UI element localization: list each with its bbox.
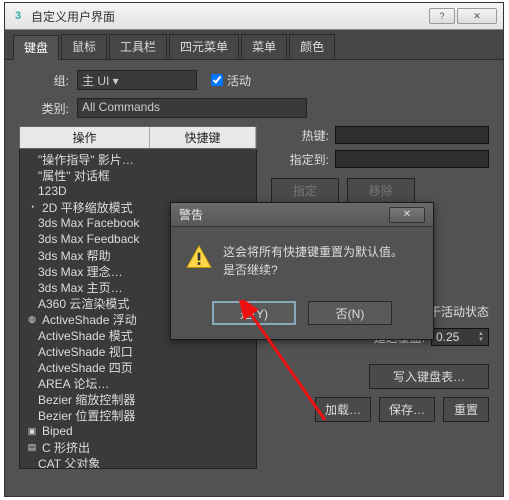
list-item[interactable]: ActiveShade 视口 <box>20 343 256 359</box>
list-item[interactable]: "属性" 对话框 <box>20 167 256 183</box>
list-item[interactable]: CAT 父对象 <box>20 455 256 469</box>
tab-keyboard[interactable]: 键盘 <box>13 35 59 60</box>
col-action[interactable]: 操作 <box>20 127 150 148</box>
tab-color[interactable]: 颜色 <box>289 34 335 59</box>
group-label: 组: <box>19 72 69 89</box>
item-label: 3ds Max 主页… <box>38 279 123 296</box>
category-select[interactable]: All Commands <box>77 98 307 118</box>
item-label: 3ds Max 帮助 <box>38 247 111 264</box>
item-label: ActiveShade 四页 <box>38 359 133 376</box>
tab-bar: 键盘 鼠标 工具栏 四元菜单 菜单 颜色 <box>5 30 503 60</box>
help-button[interactable]: ? <box>429 8 455 24</box>
tab-quadmenu[interactable]: 四元菜单 <box>169 34 239 59</box>
dialog-close-button[interactable]: ✕ <box>389 207 425 223</box>
item-label: Biped <box>42 424 73 438</box>
item-icon: ▤ <box>26 441 38 453</box>
item-label: Bezier 缩放控制器 <box>38 391 135 408</box>
dialog-title: 警告 <box>179 206 389 223</box>
item-label: 2D 平移缩放模式 <box>42 199 133 216</box>
item-label: C 形挤出 <box>42 439 90 456</box>
write-keyboard-button[interactable]: 写入键盘表… <box>369 364 489 389</box>
item-label: Bezier 位置控制器 <box>38 407 135 424</box>
delay-spinner[interactable]: 0.25 ▲▼ <box>431 328 489 346</box>
assign-button[interactable]: 指定 <box>271 178 339 203</box>
tab-toolbar[interactable]: 工具栏 <box>109 34 167 59</box>
reset-button[interactable]: 重置 <box>443 397 489 422</box>
list-item[interactable]: ActiveShade 四页 <box>20 359 256 375</box>
list-item[interactable]: 123D <box>20 183 256 199</box>
dialog-message: 这会将所有快捷键重置为默认值。 是否继续? <box>223 243 403 279</box>
item-label: AREA 论坛… <box>38 375 109 392</box>
list-item[interactable]: "操作指导" 影片… <box>20 151 256 167</box>
item-label: 123D <box>38 184 67 198</box>
list-item[interactable]: AREA 论坛… <box>20 375 256 391</box>
item-label: "属性" 对话框 <box>38 167 110 184</box>
titlebar: 3 自定义用户界面 ? ✕ <box>5 3 503 30</box>
load-button[interactable]: 加载… <box>315 397 371 422</box>
list-item[interactable]: ▤ C 形挤出 <box>20 439 256 455</box>
item-icon: ▣ <box>26 425 38 437</box>
warning-dialog: 警告 ✕ 这会将所有快捷键重置为默认值。 是否继续? 是(Y) 否(N) <box>170 202 434 340</box>
item-label: ActiveShade 浮动 <box>42 311 137 328</box>
assignto-input[interactable] <box>335 150 489 168</box>
item-icon: ◔ <box>26 201 38 213</box>
item-label: ActiveShade 视口 <box>38 343 133 360</box>
warning-icon <box>185 243 213 271</box>
tab-menu[interactable]: 菜单 <box>241 34 287 59</box>
item-label: CAT 父对象 <box>38 455 100 470</box>
list-item[interactable]: Bezier 缩放控制器 <box>20 391 256 407</box>
remove-button[interactable]: 移除 <box>347 178 415 203</box>
hotkey-input[interactable] <box>335 126 489 144</box>
tab-mouse[interactable]: 鼠标 <box>61 34 107 59</box>
col-shortcut[interactable]: 快捷键 <box>150 127 256 148</box>
assignto-label: 指定到: <box>271 151 329 168</box>
item-label: 3ds Max 理念… <box>38 263 123 280</box>
active-checkbox-input[interactable] <box>211 74 223 86</box>
category-label: 类别: <box>19 100 69 117</box>
list-header: 操作 快捷键 <box>19 126 257 149</box>
active-checkbox[interactable]: 活动 <box>211 72 251 89</box>
save-button[interactable]: 保存… <box>379 397 435 422</box>
item-label: A360 云渲染模式 <box>38 295 129 312</box>
item-icon: ◍ <box>26 313 38 325</box>
item-label: "操作指导" 影片… <box>38 151 134 168</box>
item-label: ActiveShade 模式 <box>38 327 133 344</box>
app-icon: 3 <box>11 9 25 23</box>
hotkey-label: 热键: <box>271 127 329 144</box>
no-button[interactable]: 否(N) <box>308 301 392 325</box>
yes-button[interactable]: 是(Y) <box>212 301 296 325</box>
dialog-titlebar: 警告 ✕ <box>171 203 433 227</box>
item-label: 3ds Max Facebook <box>38 216 139 230</box>
group-select[interactable]: 主 UI ▾ <box>77 70 197 90</box>
list-item[interactable]: Bezier 位置控制器 <box>20 407 256 423</box>
item-label: 3ds Max Feedback <box>38 232 139 246</box>
list-item[interactable]: ▣ Biped <box>20 423 256 439</box>
window-title: 自定义用户界面 <box>31 8 427 25</box>
close-button[interactable]: ✕ <box>457 8 497 24</box>
